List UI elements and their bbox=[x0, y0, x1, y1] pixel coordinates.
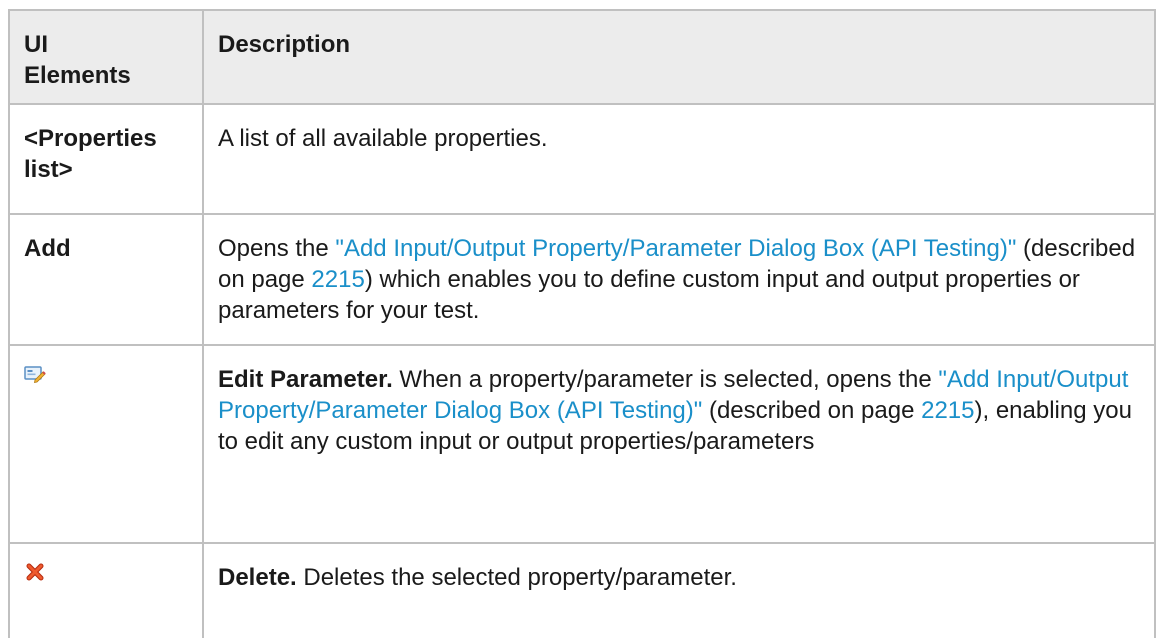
element-properties-list-line2: list> bbox=[24, 156, 73, 183]
delete-x-icon bbox=[24, 560, 46, 582]
description-delete-suffix: Deletes the selected property/parameter. bbox=[296, 564, 737, 591]
description-edit-mid: (described on page bbox=[702, 397, 922, 424]
header-description: Description bbox=[202, 9, 1156, 105]
description-add-prefix: Opens the bbox=[218, 235, 336, 262]
element-properties-list: <Properties list> bbox=[8, 103, 204, 215]
table-row: Delete. Deletes the selected property/pa… bbox=[8, 542, 1156, 638]
table-row: Add Opens the "Add Input/Output Property… bbox=[8, 213, 1156, 346]
table-row: Edit Parameter. When a property/paramete… bbox=[8, 344, 1156, 544]
edit-parameter-title: Edit Parameter. bbox=[218, 366, 393, 393]
edit-parameter-icon bbox=[24, 362, 46, 384]
description-edit-prefix: When a property/parameter is selected, o… bbox=[392, 366, 939, 393]
page-link[interactable]: 2215 bbox=[921, 397, 974, 424]
header-ui-elements: UI Elements bbox=[8, 9, 204, 105]
page-link[interactable]: 2215 bbox=[311, 266, 364, 293]
description-edit-parameter: Edit Parameter. When a property/paramete… bbox=[202, 344, 1156, 544]
element-properties-list-line1: <Properties bbox=[24, 125, 157, 152]
description-delete: Delete. Deletes the selected property/pa… bbox=[202, 542, 1156, 638]
element-edit-parameter bbox=[8, 344, 204, 544]
header-ui-elements-line1: UI bbox=[24, 31, 48, 58]
header-ui-elements-line2: Elements bbox=[24, 62, 131, 89]
delete-title: Delete. bbox=[218, 564, 297, 591]
table-header-row: UI Elements Description bbox=[8, 9, 1156, 105]
add-dialog-link[interactable]: "Add Input/Output Property/Parameter Dia… bbox=[335, 235, 1016, 262]
ui-elements-table: UI Elements Description <Properties list> … bbox=[8, 9, 1156, 638]
description-add: Opens the "Add Input/Output Property/Par… bbox=[202, 213, 1156, 346]
table-row: <Properties list> A list of all available… bbox=[8, 103, 1156, 215]
element-delete bbox=[8, 542, 204, 638]
element-add: Add bbox=[8, 213, 204, 346]
description-properties-list: A list of all available properties. bbox=[202, 103, 1156, 215]
